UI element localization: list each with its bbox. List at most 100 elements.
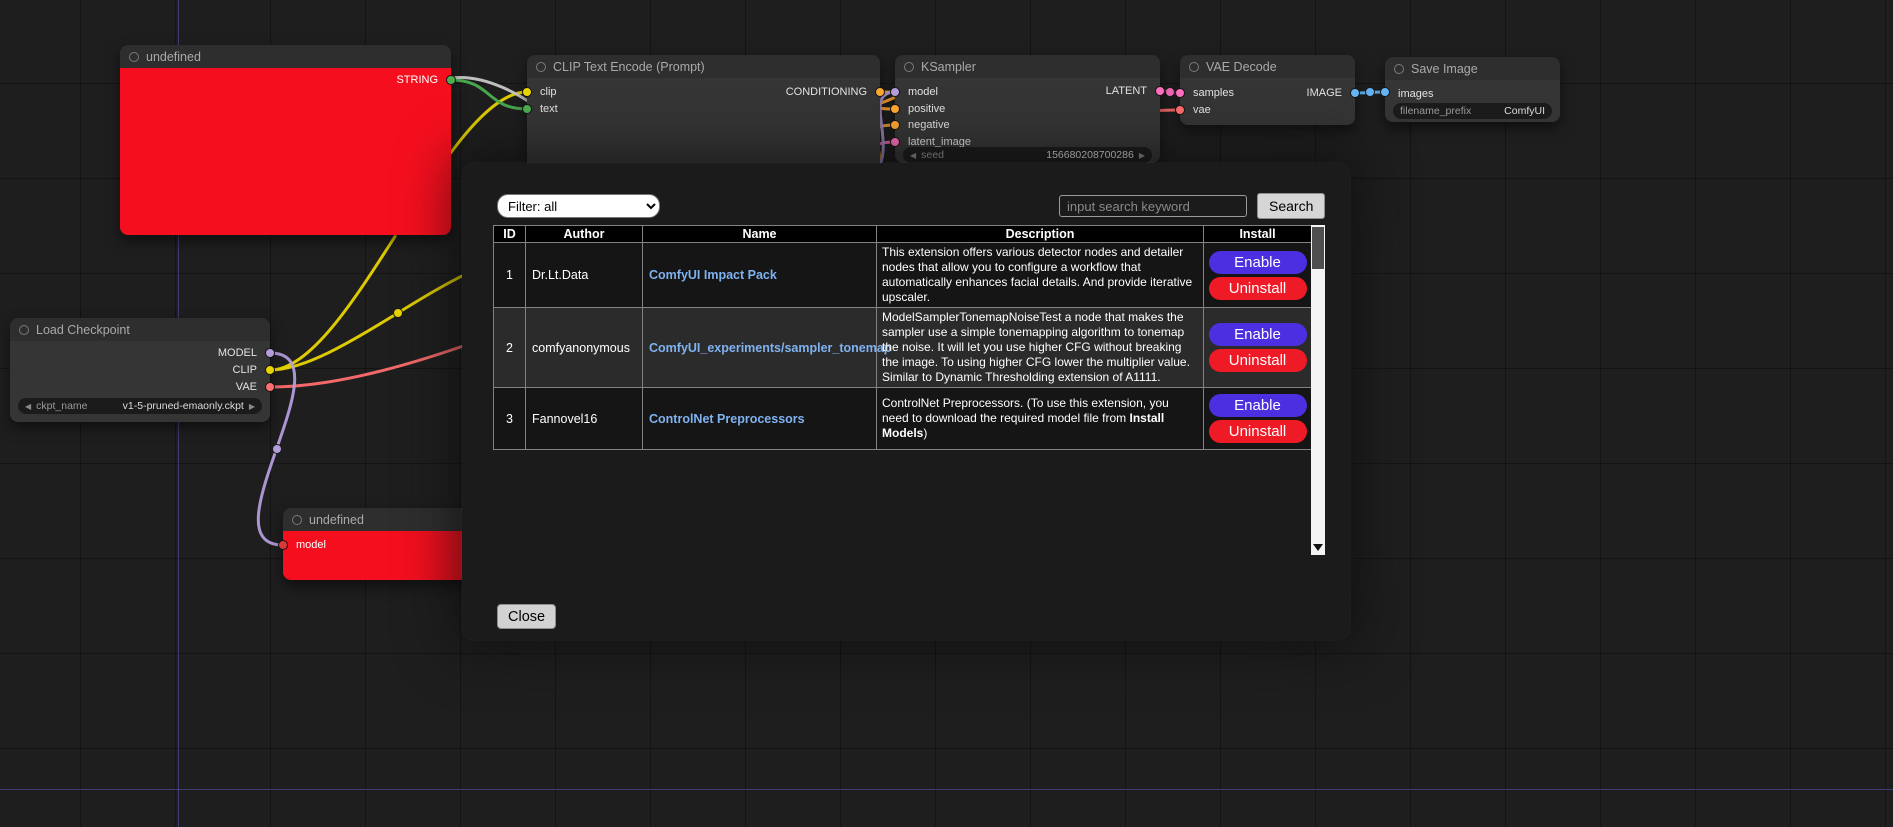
extension-link[interactable]: ControlNet Preprocessors <box>649 412 805 426</box>
node-title: KSampler <box>921 60 976 74</box>
header-name: Name <box>643 226 877 243</box>
node-header[interactable]: Save Image <box>1385 57 1560 80</box>
output-dot-model[interactable] <box>265 348 275 358</box>
widget-arrow-left-icon[interactable]: ◀ <box>910 151 916 160</box>
collapse-icon[interactable] <box>292 515 302 525</box>
extensions-table-container: ID Author Name Description Install 1 Dr.… <box>493 225 1325 555</box>
output-dot-vae[interactable] <box>265 382 275 392</box>
node-title: Save Image <box>1411 62 1478 76</box>
collapse-icon[interactable] <box>536 62 546 72</box>
input-dot-text[interactable] <box>522 104 532 114</box>
widget-arrow-left-icon[interactable]: ◀ <box>25 402 31 411</box>
extension-link[interactable]: ComfyUI_experiments/sampler_tonemap <box>649 341 891 355</box>
output-dot-latent[interactable] <box>1155 86 1165 96</box>
input-dot-samples[interactable] <box>1175 88 1185 98</box>
output-conditioning-label: CONDITIONING <box>786 85 867 99</box>
output-dot-string[interactable] <box>446 75 456 85</box>
output-clip-label: CLIP <box>233 363 257 377</box>
search-input[interactable] <box>1059 195 1247 217</box>
cell-install: Enable Uninstall <box>1204 243 1312 308</box>
table-row: 1 Dr.Lt.Data ComfyUI Impact Pack This ex… <box>494 243 1312 308</box>
table-row: 3 Fannovel16 ControlNet Preprocessors Co… <box>494 388 1312 450</box>
link-midpoint-dot <box>394 309 403 318</box>
header-description: Description <box>877 226 1204 243</box>
widget-value: v1-5-pruned-emaonly.ckpt <box>123 400 244 412</box>
output-vae-label: VAE <box>236 380 257 394</box>
input-dot-clip[interactable] <box>522 87 532 97</box>
extension-link[interactable]: ComfyUI Impact Pack <box>649 268 777 282</box>
node-title: VAE Decode <box>1206 60 1277 74</box>
input-dot-images[interactable] <box>1380 87 1390 97</box>
widget-value: ComfyUI <box>1504 105 1545 117</box>
uninstall-button[interactable]: Uninstall <box>1209 277 1307 300</box>
widget-label: seed <box>921 149 944 161</box>
scrollbar-down-arrow-icon[interactable] <box>1313 544 1323 551</box>
input-clip-label: clip <box>540 85 557 99</box>
node-save-image[interactable]: Save Image images filename_prefix ComfyU… <box>1385 57 1560 122</box>
node-title: CLIP Text Encode (Prompt) <box>553 60 705 74</box>
scrollbar[interactable] <box>1311 225 1325 555</box>
widget-arrow-right-icon[interactable]: ▶ <box>249 402 255 411</box>
cell-install: Enable Uninstall <box>1204 388 1312 450</box>
filter-select[interactable]: Filter: all <box>497 194 660 218</box>
input-dot-vae[interactable] <box>1175 105 1185 115</box>
input-dot-positive[interactable] <box>890 104 900 114</box>
output-dot-clip[interactable] <box>265 365 275 375</box>
input-dot-latent-image[interactable] <box>890 137 900 147</box>
input-images-label: images <box>1398 87 1433 101</box>
node-ksampler[interactable]: KSampler model positive negative latent_… <box>895 55 1160 163</box>
scrollbar-thumb[interactable] <box>1312 227 1324 269</box>
link-midpoint-dot <box>1166 88 1175 97</box>
cell-author: Fannovel16 <box>526 388 643 450</box>
enable-button[interactable]: Enable <box>1209 394 1307 417</box>
collapse-icon[interactable] <box>19 325 29 335</box>
input-dot-model[interactable] <box>890 87 900 97</box>
widget-arrow-right-icon[interactable]: ▶ <box>1139 151 1145 160</box>
input-dot-negative[interactable] <box>890 120 900 130</box>
input-vae-label: vae <box>1193 103 1211 117</box>
collapse-icon[interactable] <box>129 52 139 62</box>
table-header-row: ID Author Name Description Install <box>494 226 1312 243</box>
collapse-icon[interactable] <box>1394 64 1404 74</box>
node-header[interactable]: KSampler <box>895 55 1160 78</box>
header-author: Author <box>526 226 643 243</box>
input-text-label: text <box>540 102 558 116</box>
output-dot-image[interactable] <box>1350 88 1360 98</box>
ckpt-name-widget[interactable]: ◀ ckpt_name v1-5-pruned-emaonly.ckpt ▶ <box>18 398 262 414</box>
node-undefined-top[interactable]: undefined STRING <box>120 45 451 235</box>
enable-button[interactable]: Enable <box>1209 323 1307 346</box>
output-dot-conditioning[interactable] <box>875 87 885 97</box>
header-id: ID <box>494 226 526 243</box>
cell-id: 3 <box>494 388 526 450</box>
input-positive-label: positive <box>908 102 945 116</box>
enable-button[interactable]: Enable <box>1209 251 1307 274</box>
input-model-label: model <box>908 85 938 99</box>
cell-install: Enable Uninstall <box>1204 308 1312 388</box>
node-body-error <box>120 68 451 235</box>
widget-value: 156680208700286 <box>1046 149 1134 161</box>
cell-description: ModelSamplerTonemapNoiseTest a node that… <box>877 308 1204 388</box>
node-header[interactable]: VAE Decode <box>1180 55 1355 78</box>
search-button[interactable]: Search <box>1257 193 1325 219</box>
filename-prefix-widget[interactable]: filename_prefix ComfyUI <box>1393 103 1552 119</box>
widget-label: ckpt_name <box>36 400 87 412</box>
node-header[interactable]: undefined <box>120 45 451 68</box>
collapse-icon[interactable] <box>904 62 914 72</box>
collapse-icon[interactable] <box>1189 62 1199 72</box>
node-header[interactable]: CLIP Text Encode (Prompt) <box>527 55 880 78</box>
input-dot-model[interactable] <box>278 540 288 550</box>
cell-id: 1 <box>494 243 526 308</box>
node-load-checkpoint[interactable]: Load Checkpoint MODEL CLIP VAE ◀ ckpt_na… <box>10 318 270 422</box>
output-image-label: IMAGE <box>1307 86 1342 100</box>
extensions-table: ID Author Name Description Install 1 Dr.… <box>493 225 1312 450</box>
node-graph-canvas[interactable]: undefined STRING Load Checkpoint MODEL C… <box>0 0 1893 827</box>
node-vae-decode[interactable]: VAE Decode samples vae IMAGE <box>1180 55 1355 125</box>
uninstall-button[interactable]: Uninstall <box>1209 349 1307 372</box>
node-title: Load Checkpoint <box>36 323 130 337</box>
uninstall-button[interactable]: Uninstall <box>1209 420 1307 443</box>
cell-name: ComfyUI_experiments/sampler_tonemap <box>643 308 877 388</box>
seed-widget[interactable]: ◀ seed 156680208700286 ▶ <box>903 147 1152 163</box>
close-button[interactable]: Close <box>497 604 556 629</box>
cell-author: comfyanonymous <box>526 308 643 388</box>
node-header[interactable]: Load Checkpoint <box>10 318 270 341</box>
